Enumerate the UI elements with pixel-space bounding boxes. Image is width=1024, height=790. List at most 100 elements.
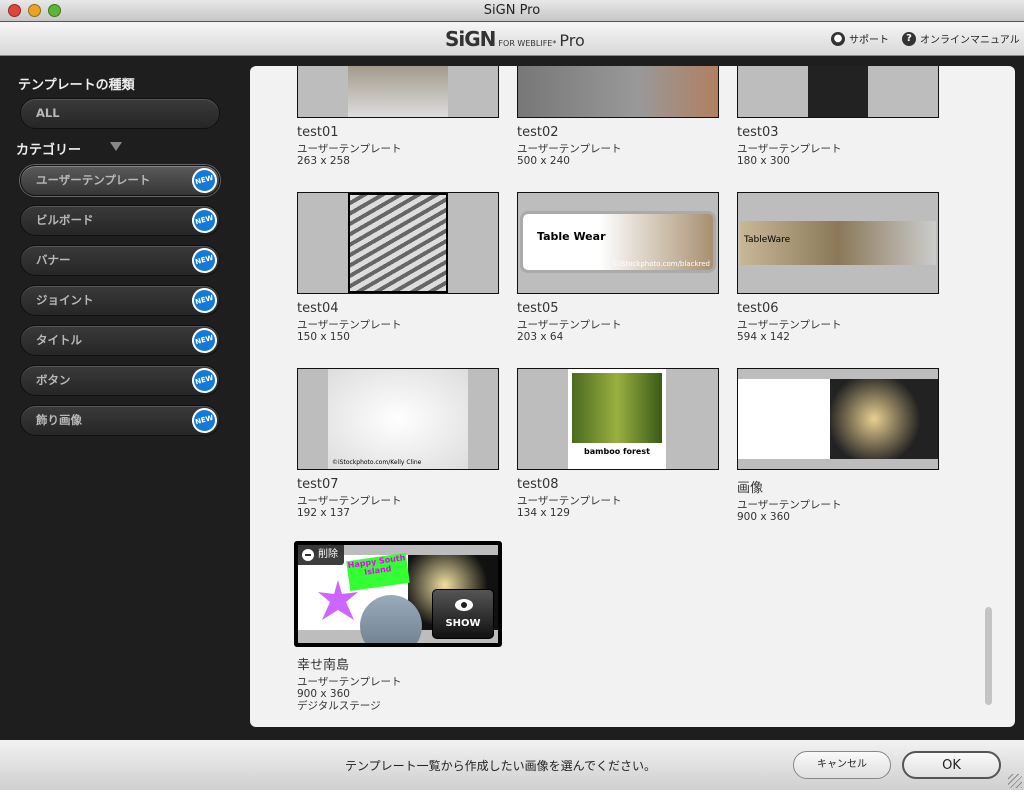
category-button[interactable]: バナー NEW [20, 245, 220, 276]
category-label: ジョイント [36, 293, 94, 307]
template-thumbnail[interactable]: TableWare [737, 192, 939, 294]
category-button[interactable]: 飾り画像 NEW [20, 405, 220, 436]
category-label: バナー [36, 253, 71, 267]
template-type: ユーザーテンプレート [737, 143, 842, 155]
template-card[interactable]: test01 ユーザーテンプレート 263 x 258 [297, 66, 499, 167]
template-card[interactable]: Happy South Island 削除 SHOW 幸せ南島 ユーザーテンプレート… [294, 541, 502, 712]
category-button[interactable]: ユーザーテンプレート NEW [20, 165, 220, 196]
template-size: 900 x 360 [737, 511, 790, 523]
manual-label: オンラインマニュアル [920, 35, 1020, 46]
category-label: ビルボード [36, 213, 94, 227]
show-preview-button[interactable]: SHOW [432, 589, 494, 639]
template-type-heading: テンプレートの種類 [18, 78, 135, 93]
app-logo: SiGN FOR WEBLIFE* Pro [445, 27, 585, 51]
zoom-window-button[interactable] [48, 4, 61, 17]
scrollbar-thumb[interactable] [985, 607, 992, 705]
category-label: タイトル [36, 333, 82, 347]
template-thumbnail[interactable] [737, 368, 939, 470]
window-title: SiGN Pro [483, 3, 541, 18]
template-thumbnail[interactable] [737, 66, 939, 118]
template-size: 500 x 240 [517, 155, 570, 167]
category-label: ボタン [36, 373, 71, 387]
template-name: test03 [737, 125, 779, 140]
template-thumbnail[interactable]: Happy South Island 削除 SHOW [294, 541, 502, 647]
support-label: サポート [849, 35, 889, 46]
category-toggle-triangle-icon[interactable] [110, 142, 122, 151]
template-size: 900 x 360 [297, 688, 350, 700]
template-name: 幸せ南島 [297, 658, 350, 673]
template-type: ユーザーテンプレート [517, 143, 622, 155]
template-type: ユーザーテンプレート [737, 499, 842, 511]
template-card[interactable]: test04 ユーザーテンプレート 150 x 150 [297, 192, 499, 343]
template-size: 203 x 64 [517, 331, 564, 343]
template-name: test07 [297, 477, 339, 492]
template-category: デジタルステージ [297, 700, 381, 712]
eye-icon [455, 599, 473, 611]
footer-bar: テンプレート一覧から作成したい画像を選んでください。 キャンセル OK [0, 740, 1024, 790]
category-button[interactable]: ジョイント NEW [20, 285, 220, 316]
category-button[interactable]: タイトル NEW [20, 325, 220, 356]
category-button[interactable]: ビルボード NEW [20, 205, 220, 236]
user-icon: ● [831, 31, 845, 46]
sidebar: テンプレートの種類 ALL カテゴリー ユーザーテンプレート NEW ビルボード NE… [0, 57, 250, 740]
template-type: ユーザーテンプレート [297, 143, 402, 155]
template-card[interactable]: 画像 ユーザーテンプレート 900 x 360 [737, 368, 939, 523]
title-bar: SiGN Pro [0, 0, 1024, 22]
template-size: 134 x 129 [517, 507, 570, 519]
category-label: 飾り画像 [36, 413, 82, 427]
template-name: test08 [517, 477, 559, 492]
template-thumbnail[interactable] [517, 66, 719, 118]
template-name: test02 [517, 125, 559, 140]
template-type: ユーザーテンプレート [297, 676, 402, 688]
minimize-window-button[interactable] [28, 4, 41, 17]
template-thumbnail[interactable] [297, 66, 499, 118]
online-manual-link[interactable]: ? オンラインマニュアル [902, 31, 1020, 46]
new-badge: NEW [189, 205, 220, 236]
app-header: SiGN FOR WEBLIFE* Pro ● サポート ? オンラインマニュアル [0, 22, 1024, 56]
template-card[interactable]: bamboo forest test08 ユーザーテンプレート 134 x 12… [517, 368, 719, 519]
new-badge: NEW [189, 285, 220, 316]
new-badge: NEW [189, 245, 220, 276]
template-type: ユーザーテンプレート [517, 495, 622, 507]
template-card[interactable]: TableWare test06 ユーザーテンプレート 594 x 142 [737, 192, 939, 343]
template-grid: test01 ユーザーテンプレート 263 x 258 test02 ユーザーテ… [250, 66, 1015, 727]
template-name: test04 [297, 301, 339, 316]
new-badge: NEW [189, 165, 220, 196]
close-window-button[interactable] [8, 4, 21, 17]
filter-all-button[interactable]: ALL [20, 98, 220, 129]
template-name: 画像 [737, 481, 764, 496]
category-heading: カテゴリー [16, 143, 82, 158]
template-card[interactable]: Table Wear ©iStockphoto.com/blackred test… [517, 192, 719, 343]
template-card[interactable]: test02 ユーザーテンプレート 500 x 240 [517, 66, 719, 167]
template-type: ユーザーテンプレート [297, 319, 402, 331]
support-link[interactable]: ● サポート [831, 31, 889, 46]
template-name: test05 [517, 301, 559, 316]
delete-button[interactable]: 削除 [298, 545, 344, 565]
template-name: test01 [297, 125, 339, 140]
new-badge: NEW [189, 405, 220, 436]
show-label: SHOW [445, 618, 481, 629]
template-thumbnail[interactable]: ©iStockphoto.com/Kelly Cline [297, 368, 499, 470]
template-thumbnail[interactable]: Table Wear ©iStockphoto.com/blackred [517, 192, 719, 294]
template-type: ユーザーテンプレート [737, 319, 842, 331]
template-size: 150 x 150 [297, 331, 350, 343]
new-badge: NEW [189, 325, 220, 356]
template-size: 594 x 142 [737, 331, 790, 343]
instruction-message: テンプレート一覧から作成したい画像を選んでください。 [345, 759, 657, 773]
cancel-button[interactable]: キャンセル [793, 751, 891, 779]
template-size: 192 x 137 [297, 507, 350, 519]
template-type: ユーザーテンプレート [517, 319, 622, 331]
resize-grip[interactable] [1008, 774, 1022, 788]
template-thumbnail[interactable] [297, 192, 499, 294]
help-icon: ? [902, 31, 916, 46]
new-badge: NEW [189, 365, 220, 396]
category-button[interactable]: ボタン NEW [20, 365, 220, 396]
template-card[interactable]: ©iStockphoto.com/Kelly Cline test07 ユーザー… [297, 368, 499, 519]
template-size: 180 x 300 [737, 155, 790, 167]
template-name: test06 [737, 301, 779, 316]
template-type: ユーザーテンプレート [297, 495, 402, 507]
ok-button[interactable]: OK [902, 751, 1001, 779]
template-thumbnail[interactable]: bamboo forest [517, 368, 719, 470]
template-size: 263 x 258 [297, 155, 350, 167]
template-card[interactable]: test03 ユーザーテンプレート 180 x 300 [737, 66, 939, 167]
